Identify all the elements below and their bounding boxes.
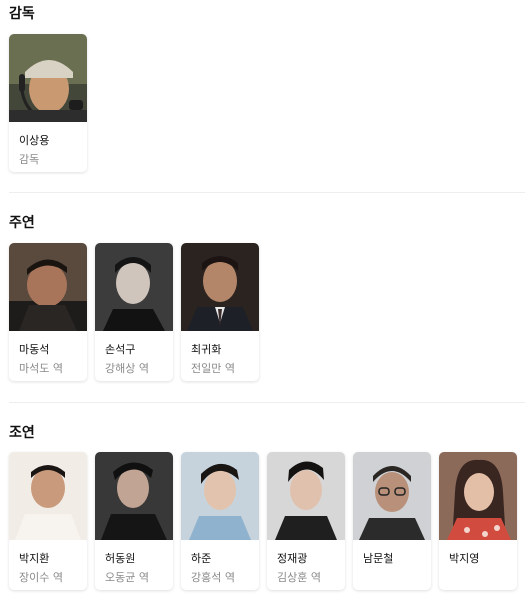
section-divider <box>9 402 525 403</box>
person-card-supporting-6[interactable]: 박지영 <box>439 452 517 590</box>
person-name: 손석구 <box>105 343 136 356</box>
person-photo <box>353 452 431 540</box>
person-photo <box>439 452 517 540</box>
person-photo <box>9 452 87 540</box>
person-photo <box>95 452 173 540</box>
person-card-lead-3[interactable]: 최귀화 전일만 역 <box>181 243 259 381</box>
person-card-supporting-5[interactable]: 남문철 <box>353 452 431 590</box>
person-photo <box>9 243 87 331</box>
person-card-supporting-3[interactable]: 하준 강홍석 역 <box>181 452 259 590</box>
person-name: 최귀화 <box>191 343 222 356</box>
person-role: 강홍석 역 <box>191 571 235 584</box>
person-name: 박지환 <box>19 552 50 565</box>
person-photo <box>9 34 87 122</box>
person-name: 남문철 <box>363 552 394 565</box>
section-title-lead: 주연 <box>9 215 35 231</box>
person-name: 정재광 <box>277 552 308 565</box>
person-photo <box>181 452 259 540</box>
person-card-lead-2[interactable]: 손석구 강해상 역 <box>95 243 173 381</box>
person-role: 김상훈 역 <box>277 571 321 584</box>
person-name: 마동석 <box>19 343 50 356</box>
person-photo <box>181 243 259 331</box>
person-photo <box>267 452 345 540</box>
person-card-supporting-1[interactable]: 박지환 장이수 역 <box>9 452 87 590</box>
person-role: 마석도 역 <box>19 362 63 375</box>
person-card-supporting-2[interactable]: 허동원 오동균 역 <box>95 452 173 590</box>
person-card-lead-1[interactable]: 마동석 마석도 역 <box>9 243 87 381</box>
person-role: 오동균 역 <box>105 571 149 584</box>
section-title-director: 감독 <box>9 6 35 22</box>
person-role: 전일만 역 <box>191 362 235 375</box>
section-title-supporting: 조연 <box>9 425 35 441</box>
person-name: 허동원 <box>105 552 136 565</box>
person-role: 장이수 역 <box>19 571 63 584</box>
person-name: 이상용 <box>19 134 50 147</box>
person-card-supporting-4[interactable]: 정재광 김상훈 역 <box>267 452 345 590</box>
person-card-director-1[interactable]: 이상용 감독 <box>9 34 87 172</box>
person-name: 하준 <box>191 552 212 565</box>
section-divider <box>9 192 525 193</box>
person-role: 감독 <box>19 153 40 166</box>
person-photo <box>95 243 173 331</box>
person-name: 박지영 <box>449 552 480 565</box>
person-role: 강해상 역 <box>105 362 149 375</box>
